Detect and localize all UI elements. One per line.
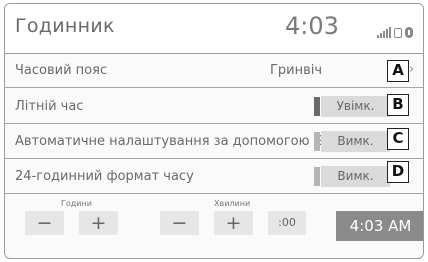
minutes-plus-button[interactable]: +: [214, 211, 253, 235]
header-bar: Годинник 4:03: [5, 4, 423, 54]
callout-a: A: [387, 60, 409, 82]
hours-minus-button[interactable]: −: [25, 211, 64, 235]
minutes-caption: Хвилини: [214, 199, 251, 208]
auto-gps-row: Автоматичне налаштування за допомогою GP…: [5, 125, 423, 159]
page-title: Годинник: [15, 15, 115, 37]
timezone-label: Часовий пояс: [15, 63, 108, 78]
auto-gps-indicator: [314, 132, 320, 151]
phone-icon: [394, 28, 402, 38]
auto-gps-toggle[interactable]: Вимк.: [321, 131, 390, 152]
24h-format-toggle[interactable]: Вимк.: [321, 166, 390, 187]
timezone-row[interactable]: Часовий пояс Гринвіч ›: [5, 54, 423, 88]
bluetooth-icon: [405, 27, 413, 38]
signal-bars-icon: [377, 27, 391, 38]
24h-format-row: 24-годинний формат часу Вимк.: [5, 160, 423, 194]
daylight-saving-indicator: [314, 97, 320, 116]
time-display: 4:03 AM: [336, 211, 423, 241]
time-adjust-panel: Години Хвилини − + − + :00 4:03 AM: [5, 198, 423, 258]
callout-b: B: [387, 94, 409, 116]
auto-gps-label: Автоматичне налаштування за допомогою GP…: [15, 134, 340, 149]
timezone-value: Гринвіч: [270, 63, 323, 78]
minutes-minus-button[interactable]: −: [160, 211, 199, 235]
hours-caption: Години: [61, 199, 92, 208]
header-clock: 4:03: [285, 12, 339, 40]
daylight-saving-row: Літній час Увімк.: [5, 90, 423, 124]
status-icons: [377, 24, 413, 38]
24h-format-indicator: [314, 167, 320, 186]
chevron-right-icon: ›: [409, 62, 415, 77]
daylight-saving-toggle[interactable]: Увімк.: [321, 96, 390, 117]
clock-settings-screen: Годинник 4:03 Часовий пояс Гринвіч › Літ…: [4, 3, 424, 259]
reset-minutes-button[interactable]: :00: [268, 211, 306, 235]
hours-plus-button[interactable]: +: [79, 211, 118, 235]
callout-d: D: [387, 161, 409, 183]
daylight-saving-label: Літній час: [15, 99, 84, 114]
callout-c: C: [387, 128, 409, 150]
24h-format-label: 24-годинний формат часу: [15, 169, 194, 184]
